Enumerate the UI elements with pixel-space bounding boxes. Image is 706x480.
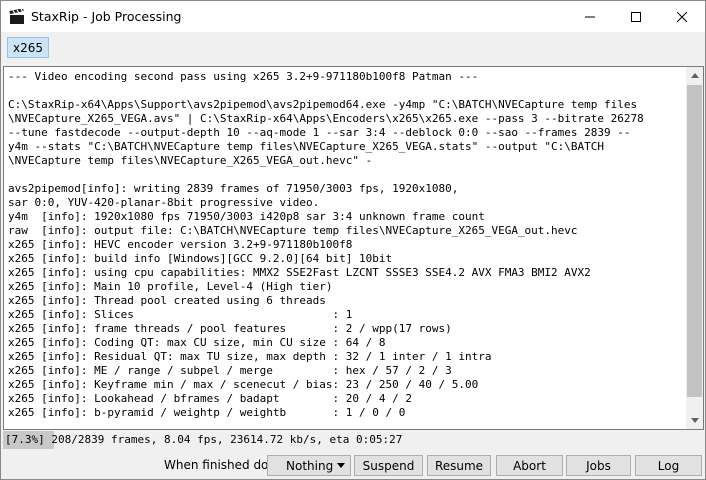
log-line: --tune fastdecode --output-depth 10 --aq… — [8, 126, 631, 139]
log-view[interactable]: --- Video encoding second pass using x26… — [3, 66, 704, 430]
tab-x265[interactable]: x265 — [7, 37, 49, 58]
scroll-up-button[interactable] — [686, 67, 703, 84]
scroll-down-arrow-icon — [690, 418, 699, 423]
status-bar: [7.3%] 208/2839 frames, 8.04 fps, 23614.… — [3, 431, 704, 449]
close-icon — [677, 11, 687, 22]
close-button[interactable] — [659, 1, 705, 32]
scroll-up-arrow-icon — [690, 73, 699, 78]
controls-bar: When finished do: Nothing Suspend Resume… — [1, 451, 705, 479]
log-line: x265 [info]: frame threads / pool featur… — [8, 322, 452, 335]
log-line: --- Video encoding second pass using x26… — [8, 70, 479, 83]
log-line: x265 [info]: ME / range / subpel / merge… — [8, 364, 452, 377]
job-processing-window: StaxRip - Job Processing x265 --- Video … — [0, 0, 706, 480]
log-line: sar 0:0, YUV-420-planar-8bit progressive… — [8, 196, 320, 209]
log-line: x265 [info]: Residual QT: max TU size, m… — [8, 350, 492, 363]
abort-button[interactable]: Abort — [496, 455, 563, 476]
log-line: C:\StaxRip-x64\Apps\Support\avs2pipemod\… — [8, 98, 638, 111]
resume-button[interactable]: Resume — [427, 455, 491, 476]
log-line: y4m [info]: 1920x1080 fps 71950/3003 i42… — [8, 210, 485, 223]
progress-percent: [7.3%] — [5, 433, 45, 446]
progress-details: 208/2839 frames, 8.04 fps, 23614.72 kb/s… — [44, 433, 403, 446]
log-line: x265 [info]: HEVC encoder version 3.2+9-… — [8, 238, 353, 251]
minimize-icon — [585, 16, 595, 17]
when-finished-value: Nothing — [286, 458, 334, 473]
chevron-down-icon — [337, 463, 345, 468]
window-title: StaxRip - Job Processing — [31, 9, 182, 24]
log-scrollbar[interactable] — [686, 67, 703, 429]
maximize-icon — [631, 11, 641, 22]
log-text: --- Video encoding second pass using x26… — [8, 70, 688, 428]
maximize-button[interactable] — [613, 1, 659, 32]
minimize-button[interactable] — [567, 1, 613, 32]
log-line: x265 [info]: Main 10 profile, Level-4 (H… — [8, 280, 333, 293]
jobs-button[interactable]: Jobs — [566, 455, 631, 476]
log-line: y4m --stats "C:\BATCH\NVECapture temp fi… — [8, 140, 605, 153]
log-line: \NVECapture temp files\NVECapture_X265_V… — [8, 154, 373, 167]
log-line: x265 [info]: Lookahead / bframes / badap… — [8, 392, 412, 405]
tab-strip: x265 — [1, 32, 705, 64]
suspend-button[interactable]: Suspend — [354, 455, 423, 476]
log-line: x265 [info]: using cpu capabilities: MMX… — [8, 266, 591, 279]
log-line: avs2pipemod[info]: writing 2839 frames o… — [8, 182, 459, 195]
log-line: x265 [info]: Slices : 1 — [8, 308, 353, 321]
log-line: x265 [info]: build info [Windows][GCC 9.… — [8, 252, 393, 265]
log-line: x265 [info]: b-pyramid / weightp / weigh… — [8, 406, 406, 419]
status-text: [7.3%] 208/2839 frames, 8.04 fps, 23614.… — [5, 431, 402, 449]
log-line: x265 [info]: Keyframe min / max / scenec… — [8, 378, 479, 391]
when-finished-label: When finished do: — [164, 458, 273, 472]
when-finished-dropdown[interactable]: Nothing — [267, 455, 351, 476]
scroll-thumb[interactable] — [687, 85, 702, 397]
log-button[interactable]: Log — [635, 455, 702, 476]
log-line: \NVECapture_X265_VEGA.avs" | C:\StaxRip-… — [8, 112, 644, 125]
clapperboard-icon — [9, 9, 24, 24]
title-bar[interactable]: StaxRip - Job Processing — [1, 1, 705, 32]
scroll-down-button[interactable] — [686, 412, 703, 429]
log-line: x265 [info]: Coding QT: max CU size, min… — [8, 336, 386, 349]
log-line: raw [info]: output file: C:\BATCH\NVECap… — [8, 224, 578, 237]
log-line: x265 [info]: Thread pool created using 6… — [8, 294, 326, 307]
